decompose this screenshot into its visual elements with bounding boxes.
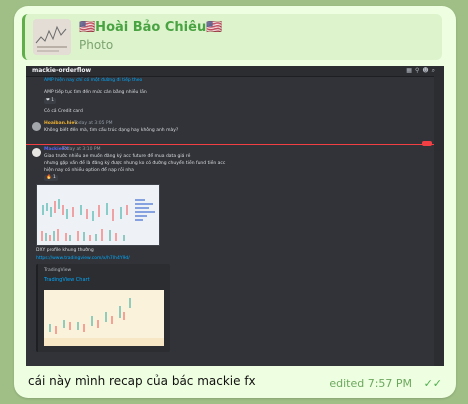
reply-preview[interactable]: 🇺🇸Hoài Bảo Chiêu🇺🇸 Photo (22, 14, 442, 60)
reply-media-type: Photo (79, 38, 114, 52)
message-text-2: AMP tiếp tục tìm đến mức cân bằng nhiều … (44, 90, 147, 95)
message-text-1: AMP hiện nay chỉ có một đường đi tiếp th… (44, 78, 143, 83)
discord-right-rail (434, 76, 444, 366)
reaction-fire[interactable]: 🔥 1 (44, 175, 58, 181)
message-caption: cái này mình recap của bác mackie fx (28, 374, 256, 388)
embed-title[interactable]: TradingView Chart (44, 277, 90, 283)
attached-screenshot[interactable]: mackie-orderflow ▦⚲☻⌕ AMP hiện nay chỉ c… (26, 66, 444, 366)
message-text-6: DXY profile khung thường (36, 248, 94, 253)
dxy-profile-chart-image[interactable] (36, 184, 160, 246)
read-check-icon: ✓✓ (423, 377, 442, 390)
embed-chart-image[interactable] (44, 290, 164, 346)
message-line-2: nhưng gặp vấn đề là đăng ký được nhưng k… (44, 161, 226, 166)
search-icon: ⌕ (431, 67, 438, 74)
message-author[interactable]: Hoaiban.hiev (44, 121, 77, 126)
reaction-heart[interactable]: ❤ 1 (44, 98, 57, 104)
reply-thumbnail (33, 19, 71, 55)
threads-icon: ▦ (406, 67, 415, 74)
avatar[interactable] (32, 122, 41, 131)
message-timestamp: Today at 3:05 PM (74, 121, 113, 126)
embed-site-name: TradingView (44, 268, 72, 273)
message-meta: edited 7:57 PM ✓✓ (329, 377, 442, 390)
link-embed-card[interactable]: TradingView TradingView Chart (36, 264, 170, 352)
header-icons: ▦⚲☻⌕ (406, 67, 438, 75)
channel-name: mackie-orderflow (32, 67, 91, 74)
message-timestamp: Today at 3:10 PM (62, 147, 101, 152)
members-icon: ☻ (422, 67, 432, 74)
new-messages-divider (26, 144, 434, 145)
message-text-3: Có cả Credit card (44, 109, 83, 114)
edited-timestamp: edited 7:57 PM (329, 377, 413, 390)
reply-sender-name: 🇺🇸Hoài Bảo Chiêu🇺🇸 (79, 20, 223, 35)
message-text-4: Không biết đến mà, tìm cấu trúc dạng hay… (44, 128, 179, 133)
message-line-3: hiện nay có nhiều option để nạp rồi nha (44, 168, 134, 173)
avatar[interactable] (32, 148, 41, 157)
discord-channel-header: mackie-orderflow ▦⚲☻⌕ (26, 66, 444, 77)
tradingview-link[interactable]: https://www.tradingview.com/x/h7Ih4Y9d/ (36, 256, 130, 261)
message-line-1: Giao trước nhiều ae muốn đăng ký acc fut… (44, 154, 191, 159)
new-badge (422, 141, 432, 146)
